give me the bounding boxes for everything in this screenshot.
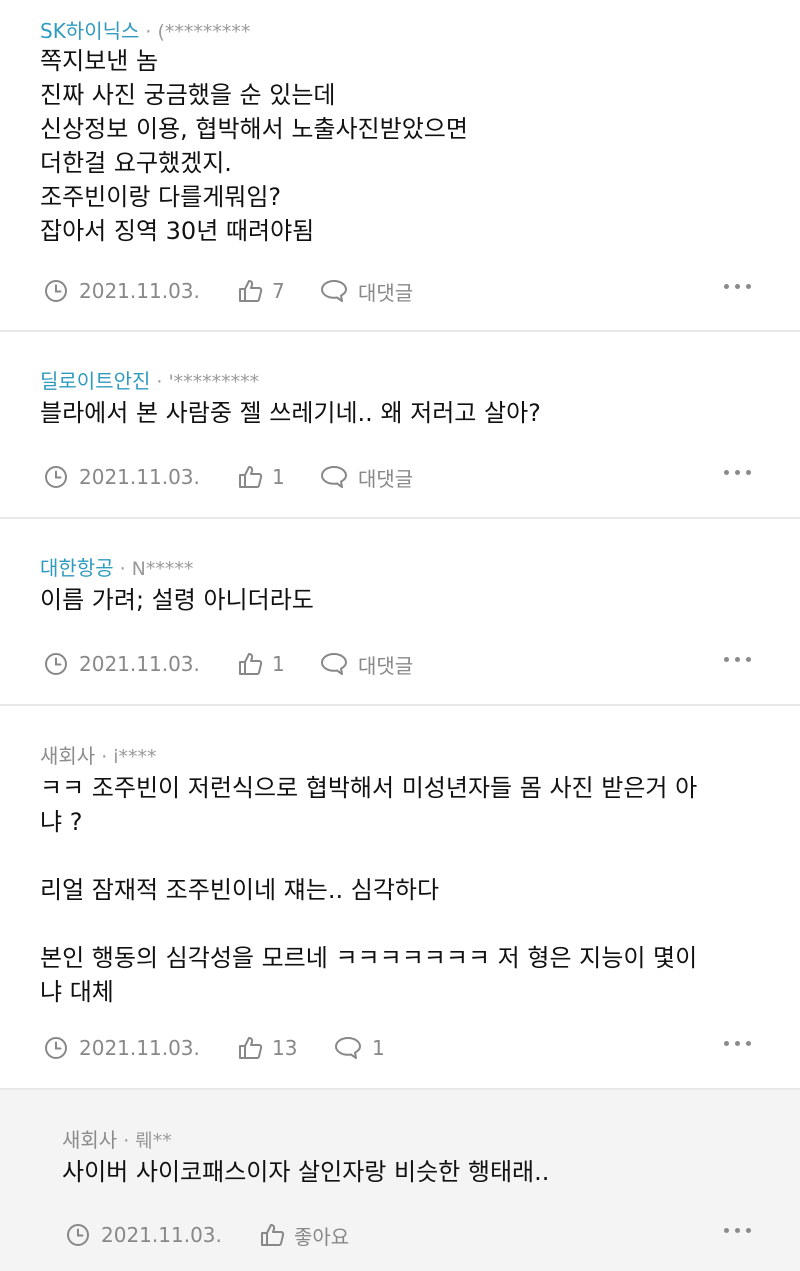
comment-line: 진짜 사진 궁금했을 순 있는데: [40, 81, 336, 109]
company-name[interactable]: SK하이닉스: [40, 19, 139, 43]
like-button[interactable]: 7: [238, 276, 285, 306]
company-name[interactable]: 대한항공: [40, 556, 114, 580]
comment-body: 블라에서 본 사람중 젤 쓰레기네.. 왜 저러고 살아?: [40, 396, 776, 430]
more-options-icon[interactable]: [724, 281, 752, 291]
like-button[interactable]: 1: [238, 462, 285, 492]
comment-body: 이름 가려; 설령 아니더라도: [40, 583, 776, 617]
comment-item: 딜로이트안진 · '********* 블라에서 본 사람중 젤 쓰레기네.. 왜 …: [0, 332, 800, 517]
timestamp: 2021.11.03.: [44, 276, 200, 306]
comment-line: 리얼 잠재적 조주빈이네 쟤는.. 심각하다: [40, 876, 440, 904]
more-options-icon[interactable]: [724, 467, 752, 477]
like-label: 좋아요: [294, 1224, 350, 1249]
more-options-icon[interactable]: [724, 654, 752, 664]
comment-line: 더한걸 요구했겠지.: [40, 149, 232, 177]
comment-date: 2021.11.03.: [79, 465, 200, 489]
thumbs-up-icon: [239, 653, 263, 675]
clock-icon: [45, 1037, 67, 1059]
comment-line: 쪽지보낸 놈: [40, 47, 159, 75]
meta-separator: ·: [101, 746, 108, 768]
author-name: N*****: [131, 558, 194, 580]
comment-line: 조주빈이랑 다를게뭐임?: [40, 183, 282, 211]
thumbs-up-icon: [239, 280, 263, 302]
comment-item: SK하이닉스 · (********* 쪽지보낸 놈 진짜 사진 궁금했을 순 있는…: [0, 0, 800, 330]
timestamp: 2021.11.03.: [44, 649, 200, 679]
meta-separator: ·: [119, 558, 126, 580]
comment-line: 냐 대체: [40, 978, 114, 1006]
timestamp: 2021.11.03.: [44, 462, 200, 492]
comment-date: 2021.11.03.: [79, 1036, 200, 1060]
more-options-icon[interactable]: [724, 1038, 752, 1048]
reply-button[interactable]: 대댓글: [320, 649, 413, 679]
comment-item: 대한항공 · N***** 이름 가려; 설령 아니더라도 2021.11.03. …: [0, 519, 800, 704]
comment-line: ㅋㅋ 조주빈이 저런식으로 협박해서 미성년자들 몸 사진 받은거 아: [40, 774, 698, 802]
like-button[interactable]: 좋아요: [260, 1220, 349, 1250]
clock-icon: [45, 280, 67, 302]
comment-meta: 새회사 · i****: [40, 740, 157, 769]
speech-bubble-icon: [321, 653, 347, 675]
author-name: (*********: [157, 21, 251, 43]
reply-label: 대댓글: [358, 466, 414, 491]
comment-meta: 대한항공 · N*****: [40, 552, 193, 581]
author-name: i****: [113, 746, 157, 768]
clock-icon: [67, 1224, 89, 1246]
comment-line: 사이버 사이코패스이자 살인자랑 비슷한 행태래..: [62, 1158, 550, 1186]
meta-separator: ·: [145, 21, 152, 43]
thumbs-up-icon: [239, 1037, 263, 1059]
author-name: '*********: [168, 371, 260, 393]
comment-meta: 딜로이트안진 · '*********: [40, 365, 259, 394]
like-count: 13: [272, 1036, 298, 1060]
reply-button[interactable]: 대댓글: [320, 276, 413, 306]
comment-line: 이름 가려; 설령 아니더라도: [40, 586, 314, 614]
author-name: 뤠**: [135, 1130, 172, 1152]
company-name[interactable]: 딜로이트안진: [40, 369, 150, 393]
like-count: 1: [272, 465, 285, 489]
speech-bubble-icon: [321, 280, 347, 302]
reply-item: 새회사 · 뤠** 사이버 사이코패스이자 살인자랑 비슷한 행태래.. 2021.…: [0, 1090, 800, 1271]
clock-icon: [45, 653, 67, 675]
reply-button[interactable]: 1: [334, 1033, 385, 1063]
comment-body: 사이버 사이코패스이자 살인자랑 비슷한 행태래..: [62, 1155, 776, 1189]
comment-line: 잡아서 징역 30년 때려야됨: [40, 217, 315, 245]
reply-button[interactable]: 대댓글: [320, 462, 413, 492]
like-count: 1: [272, 652, 285, 676]
comment-line: 본인 행동의 심각성을 모르네 ㅋㅋㅋㅋㅋㅋㅋ 저 형은 지능이 몇이: [40, 944, 698, 972]
thumbs-up-icon: [239, 466, 263, 488]
like-count: 7: [272, 279, 285, 303]
reply-label: 대댓글: [358, 653, 414, 678]
timestamp: 2021.11.03.: [66, 1220, 222, 1250]
comment-line: 블라에서 본 사람중 젤 쓰레기네.. 왜 저러고 살아?: [40, 399, 541, 427]
meta-separator: ·: [123, 1130, 130, 1152]
comment-date: 2021.11.03.: [79, 279, 200, 303]
more-options-icon[interactable]: [724, 1225, 752, 1235]
comment-meta: 새회사 · 뤠**: [62, 1124, 172, 1153]
company-name[interactable]: 새회사: [62, 1128, 117, 1152]
speech-bubble-icon: [321, 466, 347, 488]
like-button[interactable]: 1: [238, 649, 285, 679]
reply-label: 대댓글: [358, 280, 414, 305]
reply-count: 1: [372, 1036, 385, 1060]
like-button[interactable]: 13: [238, 1033, 297, 1063]
company-name[interactable]: 새회사: [40, 744, 95, 768]
meta-separator: ·: [156, 371, 163, 393]
speech-bubble-icon: [335, 1037, 361, 1059]
thumbs-up-icon: [261, 1224, 285, 1246]
clock-icon: [45, 466, 67, 488]
comment-body: 쪽지보낸 놈 진짜 사진 궁금했을 순 있는데 신상정보 이용, 협박해서 노출…: [40, 44, 776, 248]
comment-meta: SK하이닉스 · (*********: [40, 15, 250, 44]
comment-body: ㅋㅋ 조주빈이 저런식으로 협박해서 미성년자들 몸 사진 받은거 아 냐 ? …: [40, 771, 776, 1009]
timestamp: 2021.11.03.: [44, 1033, 200, 1063]
comment-line: 냐 ?: [40, 808, 83, 836]
comment-item: 새회사 · i**** ㅋㅋ 조주빈이 저런식으로 협박해서 미성년자들 몸 사진 …: [0, 706, 800, 1088]
comment-date: 2021.11.03.: [101, 1223, 222, 1247]
comment-line: 신상정보 이용, 협박해서 노출사진받았으면: [40, 115, 468, 143]
comment-date: 2021.11.03.: [79, 652, 200, 676]
